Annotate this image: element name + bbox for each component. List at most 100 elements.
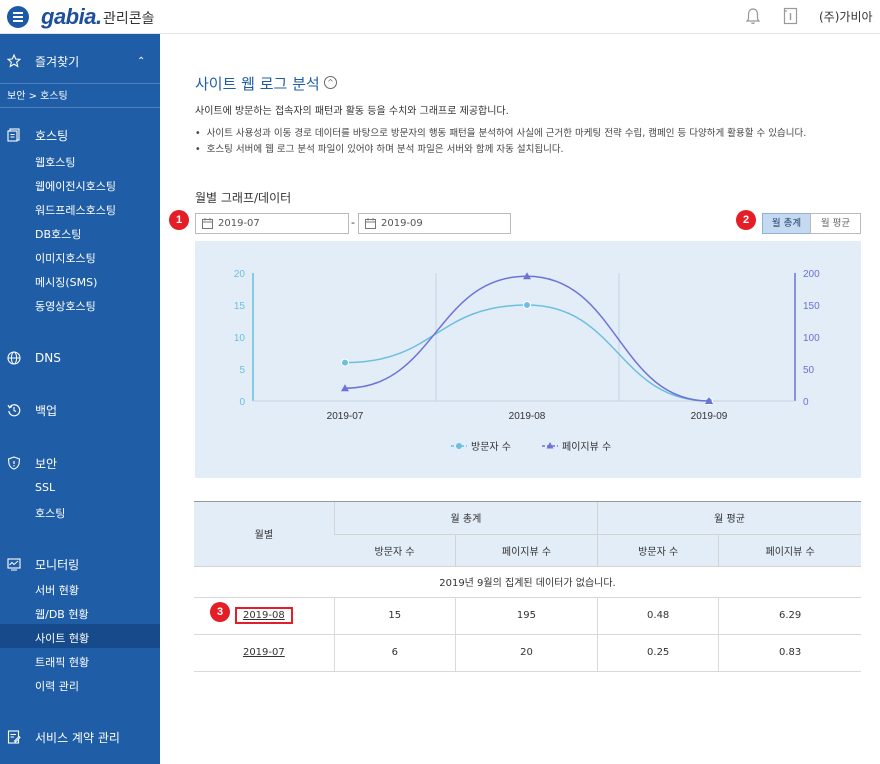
sidebar-item-agency-hosting[interactable]: 웹에이전시호스팅 — [35, 178, 116, 194]
cell-avg-visitors: 0.48 — [597, 597, 719, 635]
sidebar-security[interactable]: 보안 — [0, 451, 160, 475]
logo-subtitle: 관리콘솔 — [103, 11, 155, 27]
top-bar: gabia. 관리콘솔 (주)가비아 — [0, 0, 880, 34]
cell-visitors: 6 — [333, 634, 456, 672]
hosting-icon — [7, 128, 20, 142]
sidebar-item-security-hosting[interactable]: 호스팅 — [35, 505, 65, 521]
chart-right-tick: 100 — [803, 333, 820, 344]
sidebar-favorites-label: 즐겨찾기 — [35, 54, 80, 69]
globe-icon — [7, 351, 21, 365]
date-to-value: 2019-09 — [381, 218, 423, 229]
bullet-item: • 호스팅 서버에 웹 로그 분석 파일이 있어야 하며 분석 파일은 서버와 … — [195, 144, 564, 155]
date-from-input[interactable]: 2019-07 — [195, 213, 349, 234]
sidebar-monitoring-label: 모니터링 — [35, 557, 80, 572]
month-link[interactable]: 2019-07 — [243, 647, 285, 658]
chart-series-line — [344, 304, 710, 402]
chart-left-tick: 10 — [234, 333, 246, 344]
cell-avg-pageviews: 6.29 — [718, 597, 861, 635]
th-total-visitors: 방문자 수 — [334, 534, 456, 567]
data-table: 월별 월 총계 월 평균 방문자 수 페이지뷰 수 방문자 수 페이지뷰 수 2… — [194, 502, 861, 672]
chart-x-tick: 2019-08 — [509, 411, 546, 422]
chart-left-tick: 0 — [239, 397, 245, 408]
th-group-average: 월 평균 — [597, 502, 861, 535]
page-description: 사이트에 방문하는 접속자의 패턴과 활동 등을 수치와 그래프로 제공합니다. — [195, 106, 509, 117]
chevron-up-icon[interactable]: ⌃ — [137, 56, 145, 67]
sidebar-contract[interactable]: 서비스 계약 관리 — [0, 725, 160, 749]
month-link[interactable]: 2019-08 — [243, 610, 285, 621]
highlight-box: 2019-08 — [234, 607, 293, 624]
sidebar-favorites[interactable]: 즐겨찾기 ⌃ — [0, 49, 160, 73]
sidebar-item-site-status[interactable]: 사이트 현황 — [35, 630, 89, 646]
calendar-icon — [202, 218, 213, 229]
cell-month: 2019-07 — [194, 634, 335, 672]
cell-pageviews: 195 — [454, 597, 598, 635]
legend-label: 방문자 수 — [471, 441, 511, 453]
chart-right-tick: 50 — [803, 365, 815, 376]
sidebar-item-image-hosting[interactable]: 이미지호스팅 — [35, 250, 96, 266]
sidebar-hosting[interactable]: 호스팅 — [0, 123, 160, 147]
bell-icon[interactable] — [745, 7, 761, 25]
sidebar-item-db-hosting[interactable]: DB호스팅 — [35, 226, 81, 242]
logo[interactable]: gabia. — [41, 4, 102, 30]
sidebar-security-label: 보안 — [35, 456, 58, 471]
date-from-value: 2019-07 — [218, 218, 260, 229]
th-avg-visitors: 방문자 수 — [597, 534, 719, 567]
shield-icon — [7, 456, 21, 470]
sidebar-monitoring[interactable]: 모니터링 — [0, 552, 160, 576]
cell-avg-pageviews: 0.83 — [718, 634, 861, 672]
sidebar-hosting-label: 호스팅 — [35, 128, 69, 143]
sidebar-item-server-status[interactable]: 서버 현황 — [35, 582, 79, 598]
sidebar-item-webdb-status[interactable]: 웹/DB 현황 — [35, 606, 89, 622]
sidebar-item-sms[interactable]: 메시징(SMS) — [35, 274, 97, 290]
line-chart: 051015200501001502002019-07 2019-08 2019-0… — [234, 269, 820, 453]
sidebar-contract-label: 서비스 계약 관리 — [35, 730, 120, 745]
chart-point — [341, 358, 349, 367]
chart-right-tick: 0 — [803, 397, 809, 408]
monitor-icon — [7, 558, 21, 571]
toggle-monthly-average[interactable]: 월 평균 — [810, 213, 861, 234]
sidebar-breadcrumb: 보안 > 호스팅 — [0, 83, 160, 108]
sidebar-item-web-hosting[interactable]: 웹호스팅 — [35, 154, 75, 170]
sidebar-item-video-hosting[interactable]: 동영상호스팅 — [35, 298, 96, 314]
sidebar-item-wordpress-hosting[interactable]: 워드프레스호스팅 — [35, 202, 116, 218]
chart-right-tick: 150 — [803, 301, 820, 312]
chart-x-tick: 2019-07 — [327, 411, 364, 422]
sidebar-dns-label: DNS — [35, 351, 61, 365]
step-badge-1: 1 — [169, 210, 189, 230]
step-badge-3: 3 — [210, 602, 230, 622]
backup-icon — [7, 404, 21, 417]
legend-label: 페이지뷰 수 — [562, 441, 611, 453]
sidebar-item-traffic-status[interactable]: 트래픽 현황 — [35, 654, 89, 670]
table-note: 2019년 9월의 집계된 데이터가 없습니다. — [194, 566, 861, 598]
sidebar: 즐겨찾기 ⌃ 보안 > 호스팅 호스팅 웹호스팅 웹에이전시호스팅 워드프레스호… — [0, 34, 160, 764]
chart-left-tick: 5 — [239, 365, 245, 376]
step-badge-2: 2 — [736, 210, 756, 230]
chart-left-tick: 20 — [234, 269, 246, 280]
th-total-pageviews: 페이지뷰 수 — [454, 534, 598, 567]
chart-area: 0 5 10 15 20 0 50 100 150 200 2019-07 2019-08 2019-0… — [195, 241, 861, 478]
date-to-input[interactable]: 2019-09 — [358, 213, 511, 234]
toggle-monthly-total[interactable]: 월 총계 — [762, 213, 811, 234]
th-month: 월별 — [194, 502, 335, 567]
cell-avg-visitors: 0.25 — [597, 634, 719, 672]
date-separator: - — [351, 216, 355, 229]
legend-marker — [456, 443, 462, 449]
chart-point — [523, 301, 531, 309]
sidebar-item-history[interactable]: 이력 관리 — [35, 678, 79, 694]
contract-icon — [7, 730, 21, 744]
star-icon — [7, 54, 21, 68]
calendar-icon — [365, 218, 376, 229]
chart-series-line — [344, 275, 710, 402]
sidebar-item-ssl[interactable]: SSL — [35, 481, 55, 494]
sidebar-backup[interactable]: 백업 — [0, 398, 160, 422]
user-menu[interactable]: (주)가비아 — [819, 8, 873, 25]
main-content: 사이트 웹 로그 분석 ^ 사이트에 방문하는 접속자의 패턴과 활동 등을 수… — [160, 34, 880, 764]
th-group-total: 월 총계 — [333, 502, 598, 535]
sidebar-dns[interactable]: DNS — [0, 346, 160, 370]
notice-icon[interactable] — [783, 7, 798, 25]
table-row: 2019-07 6 20 0.25 0.83 — [194, 634, 861, 672]
collapse-icon[interactable]: ^ — [324, 76, 337, 89]
chart-x-tick: 2019-09 — [691, 411, 728, 422]
chart-left-tick: 15 — [234, 301, 246, 312]
menu-icon[interactable] — [7, 6, 29, 28]
